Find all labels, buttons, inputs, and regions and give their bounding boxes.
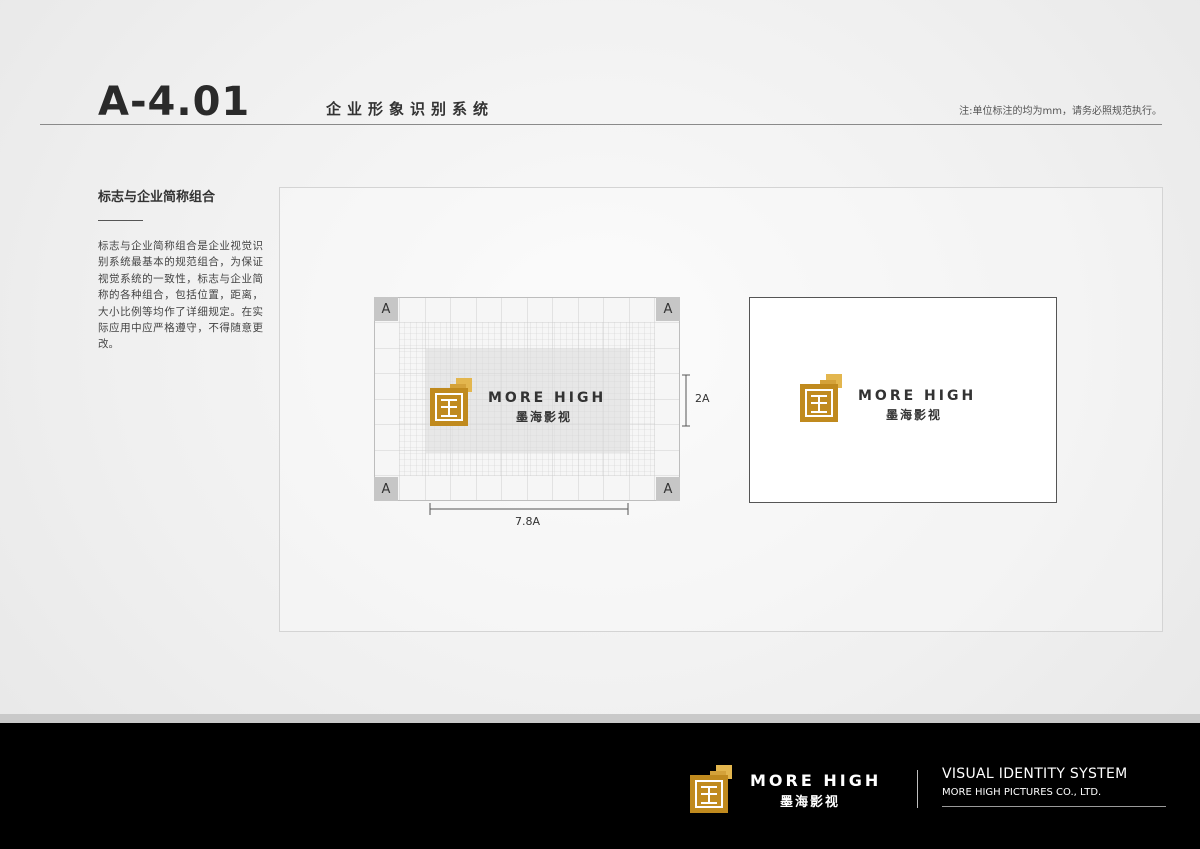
logo-wordmark-en: MORE HIGH: [858, 388, 977, 404]
footer-logo-mark: [690, 765, 738, 813]
footer-wordmark-cn: 墨海影视: [780, 795, 841, 810]
footer-separator: [0, 714, 1200, 723]
footer-bar: MORE HIGH 墨海影视: [0, 723, 1200, 849]
logo-mark-icon: [690, 765, 732, 813]
height-dimension-label: 2A: [695, 392, 710, 405]
footer-wordmark-en: MORE HIGH: [750, 771, 882, 790]
footer-divider: [917, 770, 918, 808]
footer-underline: [942, 806, 1166, 807]
logo-wordmark-cn: 墨海影视: [886, 408, 943, 422]
logo-preview-box: MORE HIGH 墨海影视: [749, 297, 1057, 503]
footer-vis-title: VISUAL IDENTITY SYSTEM: [942, 766, 1128, 782]
logo-mark-icon: [800, 374, 842, 422]
width-dimension-label: 7.8A: [515, 515, 541, 528]
logo-mark-preview: [800, 374, 848, 422]
footer-company-name: MORE HIGH PICTURES CO., LTD.: [942, 787, 1102, 798]
